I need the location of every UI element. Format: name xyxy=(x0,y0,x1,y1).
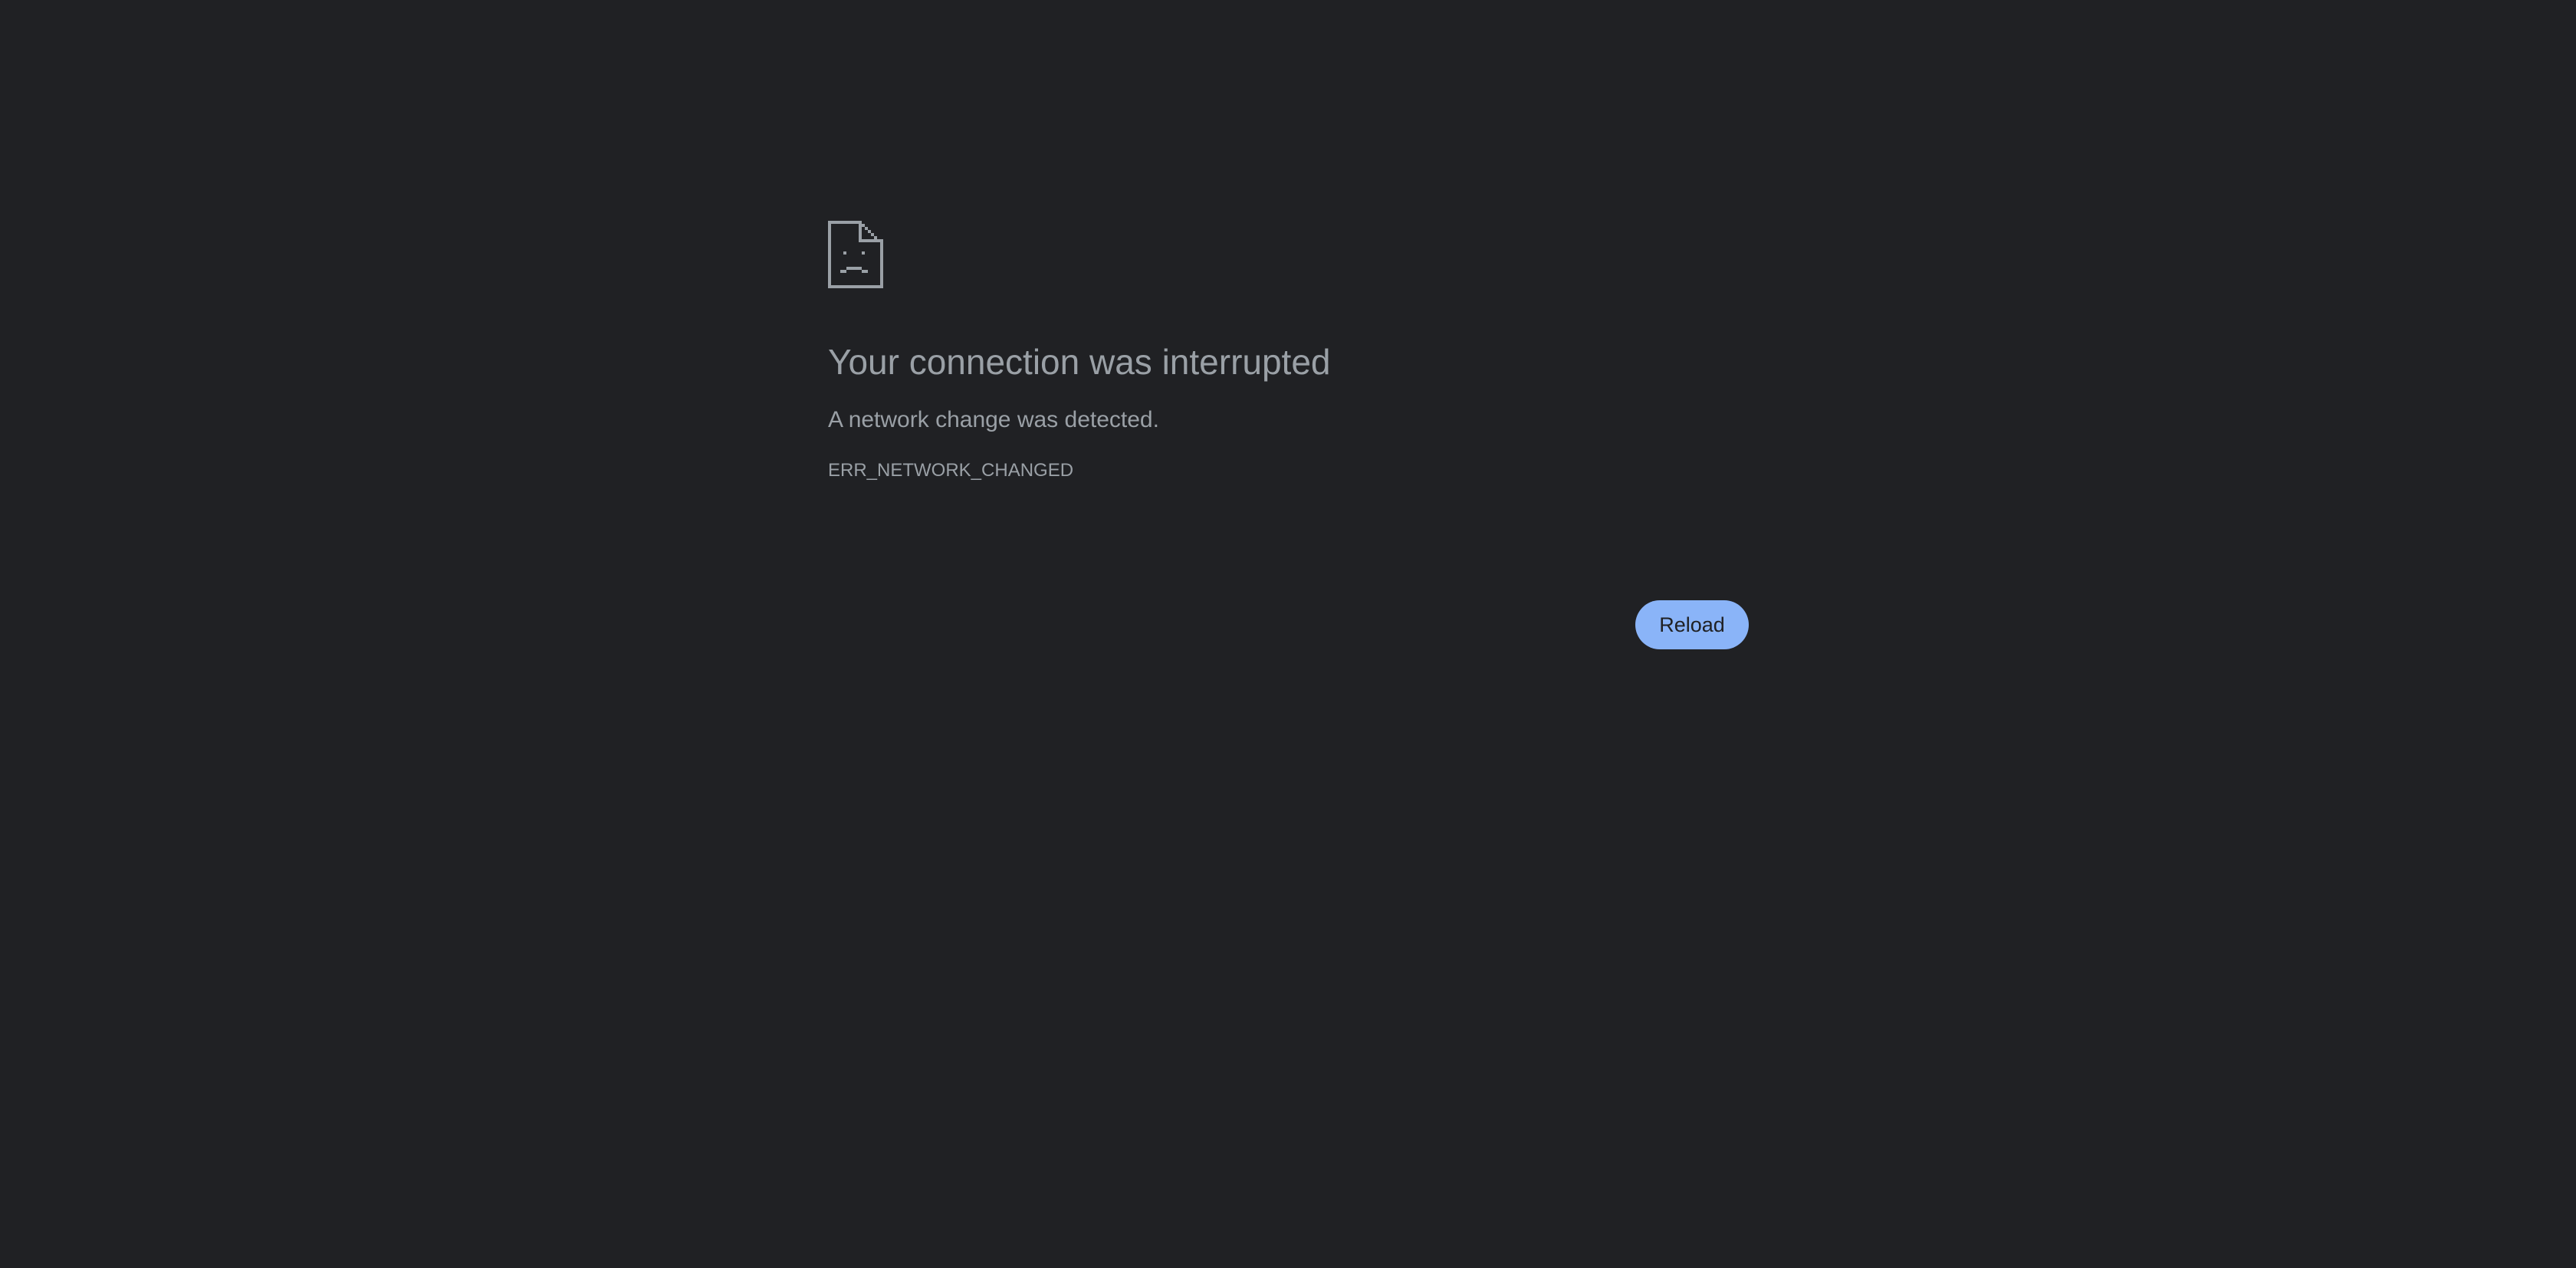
error-code: ERR_NETWORK_CHANGED xyxy=(828,460,1074,481)
sad-document-icon xyxy=(828,221,883,288)
reload-button[interactable]: Reload xyxy=(1635,600,1749,649)
error-title: Your connection was interrupted xyxy=(828,342,1331,382)
error-content: Your connection was interrupted A networ… xyxy=(828,221,1748,483)
error-message: A network change was detected. xyxy=(828,407,1159,432)
